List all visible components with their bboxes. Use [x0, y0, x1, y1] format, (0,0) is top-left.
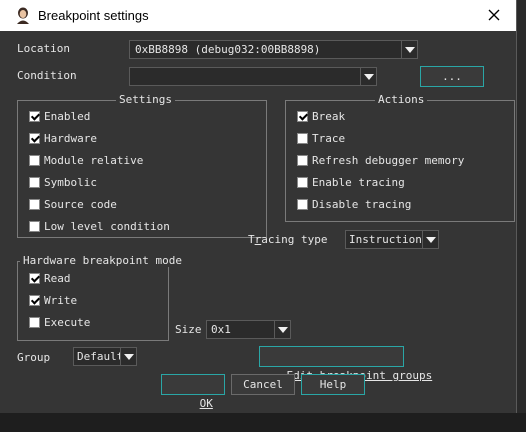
size-label: Size [175, 323, 202, 336]
settings-checkbox-2[interactable] [29, 155, 40, 166]
condition-browse-button[interactable]: ... [420, 66, 484, 87]
actions-checkbox-0[interactable] [297, 111, 308, 122]
actions-checkbox-2[interactable] [297, 155, 308, 166]
chevron-down-icon[interactable] [422, 231, 438, 248]
tracing-type-value: Instructions [349, 233, 429, 246]
group-value: Default [77, 350, 124, 363]
ok-button[interactable]: OK [161, 374, 225, 410]
hardware-mode-checkbox-0[interactable] [29, 273, 40, 284]
actions-label-0[interactable]: Break [312, 110, 345, 123]
hardware-mode-label-2[interactable]: Execute [44, 316, 90, 329]
title-bar: Breakpoint settings [0, 0, 516, 31]
tracing-type-combo[interactable]: Instructions [345, 230, 439, 249]
chevron-down-icon[interactable] [120, 348, 136, 365]
location-value: 0xBB8898 (debug032:00BB8898) [135, 43, 321, 56]
help-button[interactable]: Help [301, 374, 365, 395]
actions-checkbox-1[interactable] [297, 133, 308, 144]
background-window-edge [517, 0, 526, 413]
app-icon [17, 7, 29, 24]
group-label: Group [17, 351, 51, 364]
actions-checkbox-3[interactable] [297, 177, 308, 188]
hardware-mode-title: Hardware breakpoint mode [20, 254, 185, 267]
location-combo[interactable]: 0xBB8898 (debug032:00BB8898) [129, 40, 418, 59]
tracing-type-label: Tracing type [248, 233, 328, 246]
settings-label-3[interactable]: Symbolic [44, 176, 97, 189]
actions-label-1[interactable]: Trace [312, 132, 345, 145]
size-value: 0x1 [211, 323, 231, 336]
settings-checkbox-5[interactable] [29, 221, 40, 232]
actions-label-3[interactable]: Enable tracing [312, 176, 405, 189]
chevron-down-icon[interactable] [274, 321, 290, 338]
actions-label-4[interactable]: Disable tracing [312, 198, 411, 211]
hardware-mode-checkbox-1[interactable] [29, 295, 40, 306]
condition-label: Condition [17, 69, 77, 82]
dialog-title: Breakpoint settings [38, 8, 149, 23]
settings-label-4[interactable]: Source code [44, 198, 117, 211]
hardware-mode-checkbox-2[interactable] [29, 317, 40, 328]
settings-label-2[interactable]: Module relative [44, 154, 143, 167]
actions-label-2[interactable]: Refresh debugger memory [312, 154, 464, 167]
hardware-mode-label-0[interactable]: Read [44, 272, 71, 285]
size-combo[interactable]: 0x1 [206, 320, 291, 339]
actions-group-title: Actions [375, 93, 428, 106]
hardware-mode-label-1[interactable]: Write [44, 294, 77, 307]
settings-label-5[interactable]: Low level condition [44, 220, 170, 233]
condition-combo[interactable] [129, 67, 377, 86]
edit-breakpoint-groups-button[interactable]: Edit breakpoint groups [259, 346, 432, 382]
chevron-down-icon[interactable] [401, 41, 417, 58]
settings-group-title: Settings [116, 93, 175, 106]
settings-checkbox-3[interactable] [29, 177, 40, 188]
settings-checkbox-4[interactable] [29, 199, 40, 210]
chevron-down-icon[interactable] [360, 68, 376, 85]
close-icon[interactable] [476, 0, 512, 31]
group-combo[interactable]: Default [73, 347, 137, 366]
location-label: Location [17, 42, 70, 55]
ok-label: OK [199, 397, 213, 410]
actions-checkbox-4[interactable] [297, 199, 308, 210]
settings-label-1[interactable]: Hardware [44, 132, 97, 145]
settings-label-0[interactable]: Enabled [44, 110, 90, 123]
cancel-button[interactable]: Cancel [231, 374, 295, 395]
settings-checkbox-0[interactable] [29, 111, 40, 122]
settings-checkbox-1[interactable] [29, 133, 40, 144]
breakpoint-settings-dialog: Breakpoint settings Location 0xBB8898 (d… [0, 0, 517, 413]
